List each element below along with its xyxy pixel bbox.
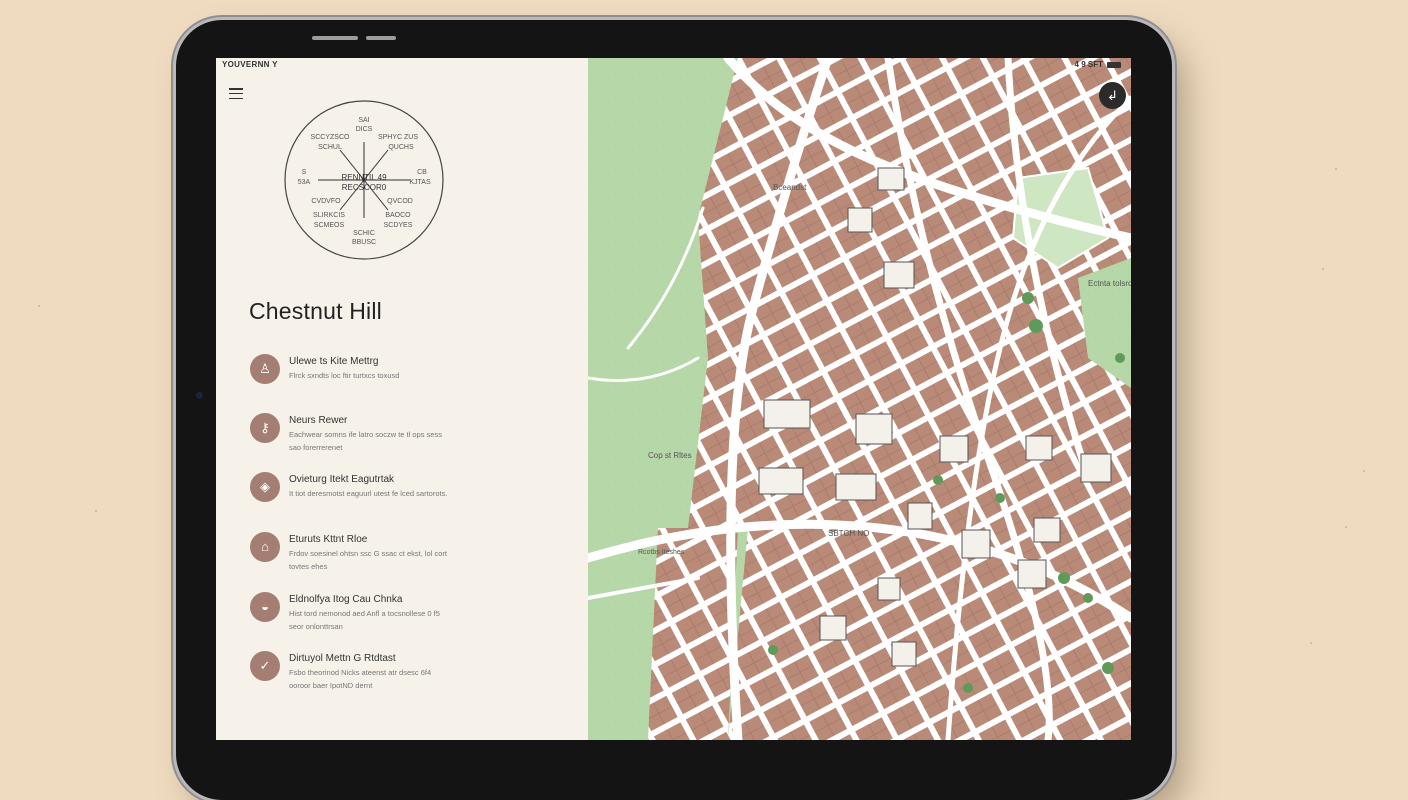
- building: [835, 473, 877, 501]
- building: [877, 577, 901, 601]
- tree: [995, 493, 1005, 503]
- compass-label: BBUSC: [352, 239, 376, 246]
- building: [758, 467, 804, 495]
- tree: [1058, 572, 1070, 584]
- feature-title: Ovieturg Itekt Eagutrtak: [289, 474, 395, 485]
- neighborhood-title: Chestnut Hill: [249, 298, 382, 324]
- compass-label: SCMEOS: [314, 222, 345, 229]
- feature-item[interactable]: ⚷ Neurs Rewer Eachwear somns ife latro s…: [250, 413, 580, 457]
- residential-blocks: [648, 528, 738, 740]
- compass-label: KJTAS: [409, 179, 431, 186]
- volume-button: [312, 36, 358, 40]
- compass-label: SCHIC: [353, 230, 375, 237]
- compass-label: DICS: [356, 126, 373, 133]
- building: [855, 413, 893, 445]
- feature-description: Eachwear somns ife latro soczw te tl ops…: [289, 430, 442, 452]
- district-label: Ectnta tolsrout: [1088, 279, 1131, 288]
- front-camera: [196, 392, 203, 399]
- building: [1025, 435, 1053, 461]
- feature-description: Flrck sxndts loc ftir turtxcs toxusd: [289, 371, 400, 380]
- feature-title: Neurs Rewer: [289, 415, 348, 426]
- feature-description: Hist tord nemonod aed Anfl a tocsnollese…: [289, 609, 440, 631]
- feature-item[interactable]: ⌂ Eturuts Kttnt Rloe Frdov soesinel ohts…: [250, 532, 580, 576]
- building: [1080, 453, 1112, 483]
- feature-item[interactable]: ♙ Ulewe ts Kite Mettrg Flrck sxndts loc …: [250, 354, 580, 398]
- compass-arrow-icon[interactable]: ↲: [1099, 82, 1126, 109]
- info-panel: YOUVERNN Y RENNTIL 49 RECSCOR0 SAI DICS …: [216, 58, 588, 740]
- status-bar-right: 4 9 SFT: [1075, 60, 1121, 69]
- tree: [933, 475, 943, 485]
- menu-icon[interactable]: [229, 88, 243, 100]
- tree: [1102, 662, 1114, 674]
- building: [877, 167, 905, 191]
- battery-icon: [1107, 61, 1121, 68]
- tree: [1029, 319, 1043, 333]
- tree: [963, 683, 973, 693]
- walking-icon: ♙: [250, 354, 280, 384]
- building: [763, 399, 811, 429]
- compass-center-label: RECSCOR0: [342, 183, 387, 192]
- check-icon: ✓: [250, 651, 280, 681]
- feature-item[interactable]: ◒ Eldnolfya Itog Cau Chnka Hist tord nem…: [250, 592, 580, 636]
- building: [819, 615, 847, 641]
- building: [1017, 559, 1047, 589]
- compass-label: CVDVFO: [311, 198, 341, 205]
- feature-title: Dirtuyol Mettn G Rtdtast: [289, 653, 396, 664]
- tree: [768, 645, 778, 655]
- building: [847, 207, 873, 233]
- park-label: Bceandst: [773, 183, 807, 192]
- feature-item[interactable]: ✓ Dirtuyol Mettn G Rtdtast Fsbo theorino…: [250, 651, 580, 695]
- house-icon: ⌂: [250, 532, 280, 562]
- building: [961, 529, 991, 559]
- building: [891, 641, 917, 667]
- power-button: [366, 36, 396, 40]
- compass-label: SCCYZSCO: [311, 134, 350, 141]
- street-label: Rcotbs Iteshes: [638, 549, 685, 556]
- feature-title: Eturuts Kttnt Rloe: [289, 534, 368, 545]
- compass-label: SPHYC ZUS: [378, 134, 418, 141]
- status-text: 4 9 SFT: [1074, 60, 1103, 69]
- compass-label: SCHUL: [318, 144, 342, 151]
- compass-label: QVCOD: [387, 198, 413, 205]
- compass-label: BAOCO: [385, 212, 411, 219]
- compass-label: S: [302, 169, 307, 176]
- feature-title: Ulewe ts Kite Mettrg: [289, 356, 379, 367]
- compass-center-label: RENNTIL 49: [341, 173, 387, 182]
- dome-icon: ◒: [250, 592, 280, 622]
- compass-label: QUCHS: [388, 144, 414, 151]
- building: [1033, 517, 1061, 543]
- compass-label: SLIRKCIS: [313, 212, 345, 219]
- tree: [1022, 292, 1034, 304]
- shield-icon: ◈: [250, 472, 280, 502]
- feature-description: It tiot deresmotst eaguurl utest fe lced…: [289, 489, 448, 498]
- building: [883, 261, 915, 289]
- building: [939, 435, 969, 463]
- street-label: SBTCH NO: [828, 529, 869, 538]
- feature-description: Frdov soesinel ohtsn ssc G ssac ct ekst,…: [289, 549, 447, 571]
- building: [907, 502, 933, 530]
- compass-label: 53A: [298, 179, 311, 186]
- feature-item[interactable]: ◈ Ovieturg Itekt Eagutrtak It tiot deres…: [250, 472, 580, 516]
- app-screen: YOUVERNN Y RENNTIL 49 RECSCOR0 SAI DICS …: [216, 58, 1131, 740]
- neighborhood-map[interactable]: Bceandst Cop st Rltes Ectnta tolsrout SB…: [588, 58, 1131, 740]
- key-icon: ⚷: [250, 413, 280, 443]
- compass-label: SCDYES: [384, 222, 413, 229]
- compass-label: CB: [417, 169, 427, 176]
- status-bar-left: YOUVERNN Y: [222, 60, 278, 69]
- tree: [1115, 353, 1125, 363]
- feature-title: Eldnolfya Itog Cau Chnka: [289, 594, 403, 605]
- compass-rose: RENNTIL 49 RECSCOR0 SAI DICS SCCYZSCO SC…: [284, 100, 444, 260]
- compass-label: SAI: [358, 117, 369, 124]
- map-canvas[interactable]: Bceandst Cop st Rltes Ectnta tolsrout SB…: [588, 58, 1131, 740]
- feature-description: Fsbo theorinod Nicks ateenst atr dsesc 6…: [289, 668, 432, 690]
- park-label: Cop st Rltes: [648, 451, 692, 460]
- tree: [1083, 593, 1093, 603]
